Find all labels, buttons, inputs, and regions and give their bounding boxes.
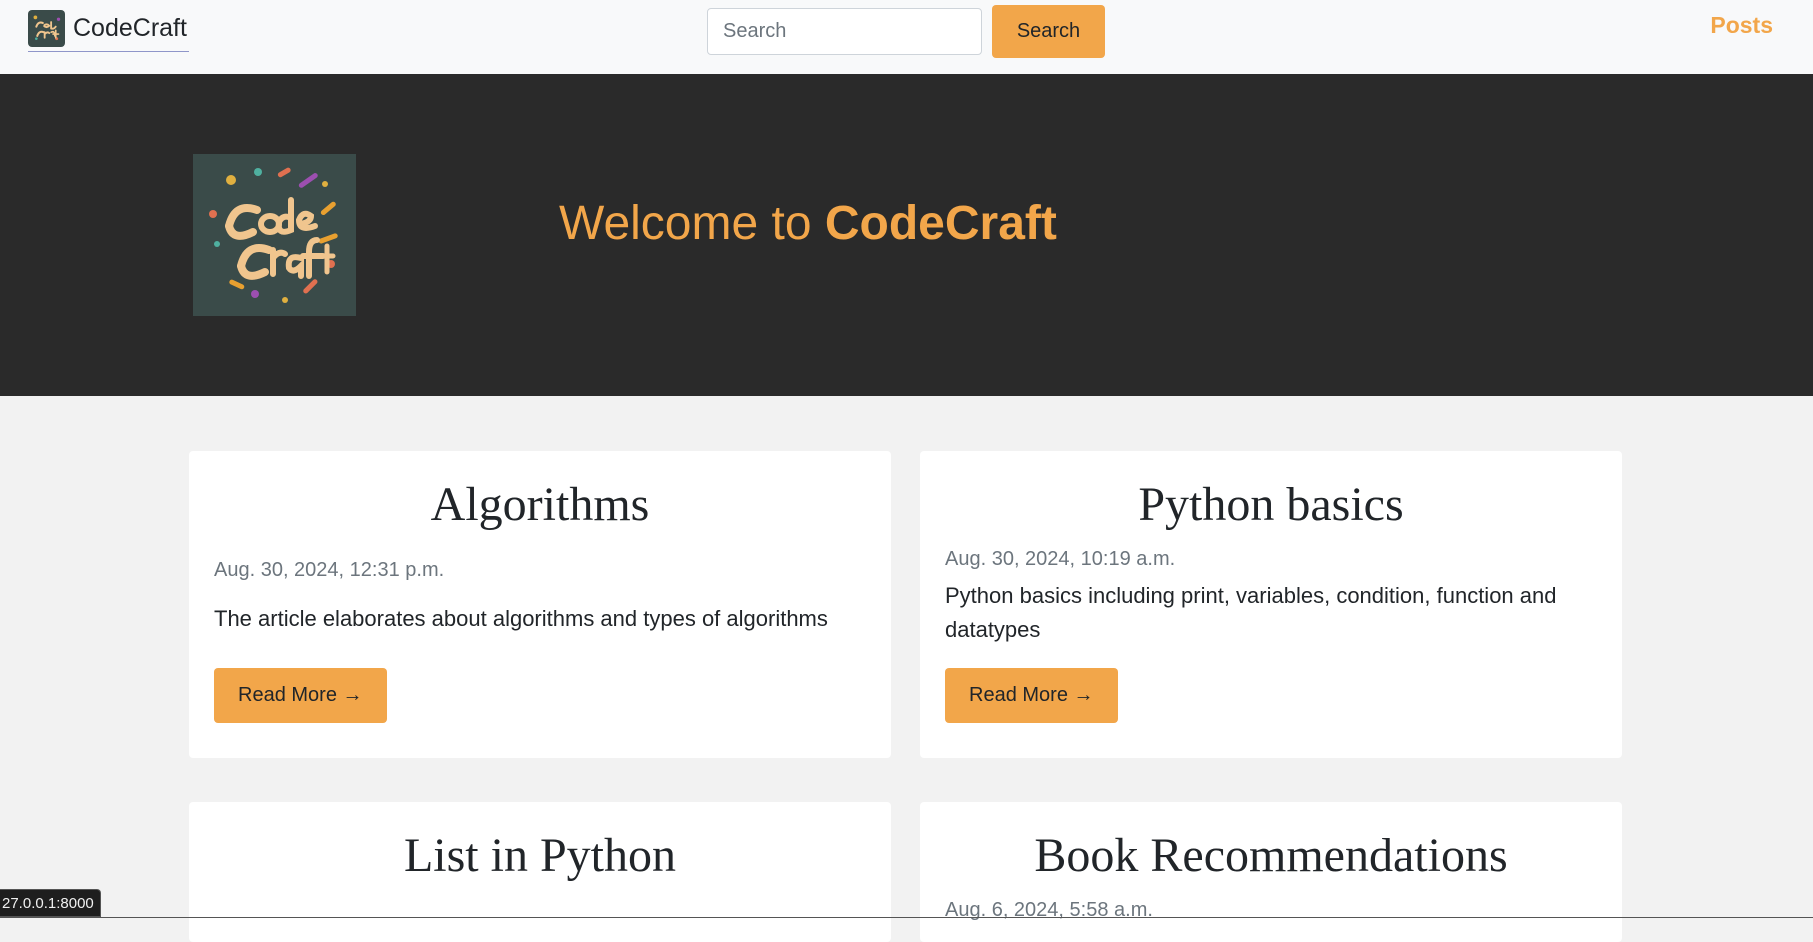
hero-banner: Welcome to CodeCraft xyxy=(0,74,1813,396)
post-title: Algorithms xyxy=(430,478,650,531)
post-card: Algorithms Aug. 30, 2024, 12:31 p.m. The… xyxy=(189,451,891,758)
post-title: Book Recommendations xyxy=(1034,829,1508,882)
search-button[interactable]: Search xyxy=(992,5,1105,58)
hero-title-brand: CodeCraft xyxy=(824,197,1057,250)
brand-name: CodeCraft xyxy=(73,14,187,42)
codecraft-hero-logo xyxy=(193,154,356,316)
read-more-button[interactable]: Read More → xyxy=(945,668,1118,723)
status-url-tooltip: 27.0.0.1:8000 xyxy=(0,889,101,917)
top-navbar: CodeCraft Search Posts xyxy=(0,0,1813,74)
post-date: Aug. 30, 2024, 10:19 a.m. xyxy=(945,548,1176,570)
post-description: The article elaborates about algorithms … xyxy=(214,606,828,631)
post-card: Book Recommendations Aug. 6, 2024, 5:58 … xyxy=(920,802,1622,942)
post-title: List in Python xyxy=(403,829,677,882)
post-card: Python basics Aug. 30, 2024, 10:19 a.m. … xyxy=(920,451,1622,758)
read-more-button[interactable]: Read More → xyxy=(214,668,387,723)
hero-title: Welcome to CodeCraft xyxy=(559,200,1057,248)
nav-posts-link[interactable]: Posts xyxy=(1710,12,1773,39)
brand-link[interactable]: CodeCraft xyxy=(28,6,189,52)
post-title: Python basics xyxy=(1138,478,1404,531)
hero-title-prefix: Welcome to xyxy=(559,197,825,250)
search-input[interactable] xyxy=(707,8,982,55)
post-date: Aug. 30, 2024, 12:31 p.m. xyxy=(214,559,445,581)
post-description: Python basics including print, variables… xyxy=(945,583,1557,642)
post-card: List in Python xyxy=(189,802,891,942)
codecraft-logo-icon xyxy=(28,10,65,47)
